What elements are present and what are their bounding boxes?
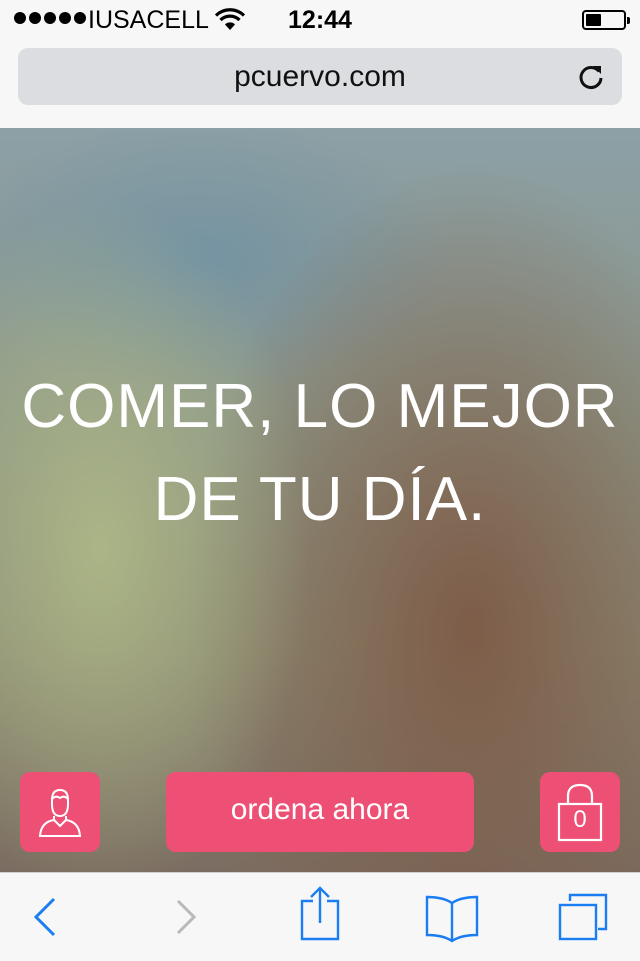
forward-button[interactable] [146, 873, 226, 961]
hero-title-line-1: COMER, LO MEJOR [21, 372, 619, 441]
tabs-icon [558, 893, 608, 941]
cart-count: 0 [573, 806, 587, 833]
back-button[interactable] [4, 873, 84, 961]
browser-toolbar [0, 872, 640, 960]
tabs-button[interactable] [544, 873, 624, 961]
user-profile-icon [38, 788, 82, 837]
open-book-icon [425, 895, 479, 943]
chevron-left-icon [33, 897, 56, 937]
status-time: 12:44 [288, 6, 352, 34]
share-button[interactable] [280, 873, 360, 961]
url-text[interactable]: pcuervo.com [18, 60, 622, 94]
cart-button[interactable]: 0 [540, 772, 620, 852]
hero-title: COMER, LO MEJOR DE TU DÍA. [0, 360, 640, 546]
order-now-button[interactable]: ordena ahora [166, 772, 474, 852]
chevron-right-icon [176, 899, 197, 935]
hero-section: COMER, LO MEJOR DE TU DÍA. ordena ahora … [0, 128, 640, 872]
status-bar: IUSACELL 12:44 [0, 0, 640, 40]
share-icon [300, 886, 340, 941]
reload-icon[interactable] [576, 62, 606, 92]
battery-icon [582, 10, 630, 30]
profile-button[interactable] [20, 772, 100, 852]
hero-title-line-2: DE TU DÍA. [153, 465, 487, 534]
bookmarks-button[interactable] [412, 873, 492, 961]
address-bar[interactable]: pcuervo.com [18, 48, 622, 105]
